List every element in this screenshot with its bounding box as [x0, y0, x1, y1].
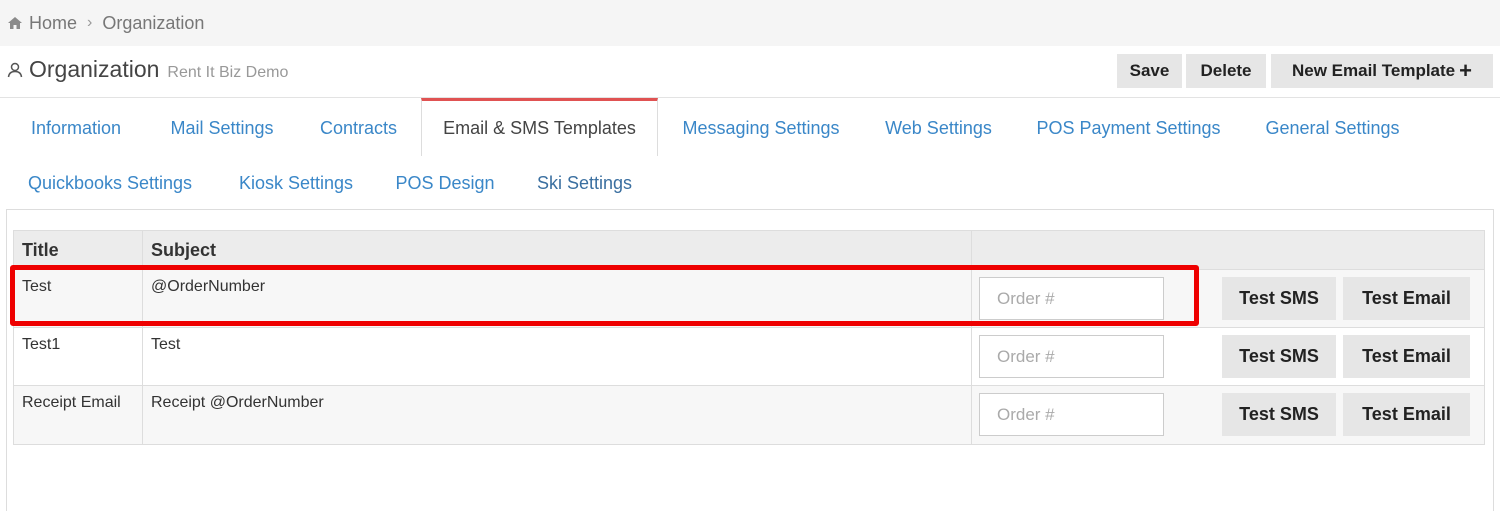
tab-mail-settings[interactable]: Mail Settings: [155, 100, 289, 156]
order-number-input[interactable]: [979, 335, 1164, 378]
row-title: Receipt Email: [14, 386, 143, 444]
home-icon[interactable]: [6, 14, 24, 32]
templates-table: Title Subject Test @OrderNumber Test SMS…: [13, 230, 1485, 445]
order-number-input[interactable]: [979, 393, 1164, 436]
save-button[interactable]: Save: [1117, 54, 1182, 88]
tab-messaging-settings[interactable]: Messaging Settings: [667, 100, 855, 156]
column-header-title[interactable]: Title: [14, 231, 143, 269]
breadcrumb-home[interactable]: Home: [29, 13, 77, 34]
row-title: Test: [14, 270, 143, 327]
test-email-button[interactable]: Test Email: [1343, 335, 1470, 378]
page-title: Organization Rent It Biz Demo: [6, 56, 288, 83]
settings-tabs: Information Mail Settings Contracts Emai…: [0, 98, 1500, 210]
table-body: Test @OrderNumber Test SMS Test Email Te…: [14, 270, 1484, 444]
tab-email-sms-templates[interactable]: Email & SMS Templates: [421, 98, 658, 156]
test-sms-button[interactable]: Test SMS: [1222, 335, 1336, 378]
tab-quickbooks-settings[interactable]: Quickbooks Settings: [11, 155, 209, 211]
row-actions: Test SMS Test Email: [972, 386, 1484, 444]
page-header: Organization Rent It Biz Demo Save Delet…: [0, 48, 1500, 98]
tab-information[interactable]: Information: [11, 100, 141, 156]
tab-pos-design[interactable]: POS Design: [383, 155, 507, 211]
plus-icon: +: [1459, 58, 1472, 83]
row-actions: Test SMS Test Email: [972, 328, 1484, 385]
test-sms-button[interactable]: Test SMS: [1222, 393, 1336, 436]
new-email-template-label: New Email Template: [1292, 61, 1456, 80]
table-row[interactable]: Test1 Test Test SMS Test Email: [14, 328, 1484, 386]
test-sms-button[interactable]: Test SMS: [1222, 277, 1336, 320]
order-number-input[interactable]: [979, 277, 1164, 320]
tab-kiosk-settings[interactable]: Kiosk Settings: [225, 155, 367, 211]
chevron-right-icon: ›: [87, 14, 93, 31]
column-header-actions: [972, 231, 1484, 269]
breadcrumb-current: Organization: [102, 12, 205, 33]
column-header-subject[interactable]: Subject: [143, 231, 972, 269]
row-subject: @OrderNumber: [143, 270, 972, 327]
breadcrumb: Home › Organization: [0, 0, 1500, 46]
row-actions: Test SMS Test Email: [972, 270, 1484, 327]
row-subject: Test: [143, 328, 972, 385]
table-header: Title Subject: [14, 231, 1484, 270]
row-title: Test1: [14, 328, 143, 385]
table-row[interactable]: Receipt Email Receipt @OrderNumber Test …: [14, 386, 1484, 444]
tab-general-settings[interactable]: General Settings: [1250, 100, 1415, 156]
row-subject: Receipt @OrderNumber: [143, 386, 972, 444]
page-title-text: Organization: [29, 56, 160, 82]
users-icon: [6, 61, 24, 79]
new-email-template-button[interactable]: New Email Template +: [1271, 54, 1493, 88]
test-email-button[interactable]: Test Email: [1343, 393, 1470, 436]
tab-ski-settings[interactable]: Ski Settings: [523, 155, 646, 211]
test-email-button[interactable]: Test Email: [1343, 277, 1470, 320]
tab-pos-payment-settings[interactable]: POS Payment Settings: [1023, 100, 1234, 156]
tab-contracts[interactable]: Contracts: [303, 100, 414, 156]
delete-button[interactable]: Delete: [1186, 54, 1266, 88]
page-subtitle: Rent It Biz Demo: [167, 64, 289, 81]
table-row[interactable]: Test @OrderNumber Test SMS Test Email: [14, 270, 1484, 328]
tab-web-settings[interactable]: Web Settings: [871, 100, 1006, 156]
